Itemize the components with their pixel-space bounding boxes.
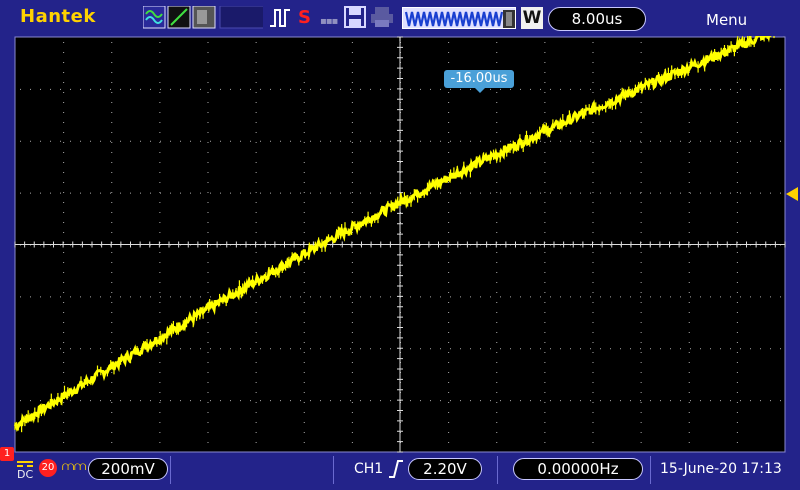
top-toolbar: Hantek S ▪▪▪ W 8.00us Menu [0,0,800,36]
probe-icon: ⩋⩋ [62,459,87,473]
trigger-level-marker [786,187,798,201]
status-divider [650,456,651,484]
trigger-source-label[interactable]: CH1 [354,461,383,477]
dots-icon: ▪▪▪ [320,16,338,27]
display-mode-icons[interactable] [143,6,263,30]
trigger-position-marker[interactable] [474,87,486,93]
trigger-level-readout[interactable]: 2.20V [408,458,482,480]
menu-button[interactable]: Menu [706,11,747,29]
status-divider [333,456,334,484]
print-icon[interactable] [370,6,394,28]
status-divider [497,456,498,484]
run-stop-indicator[interactable]: S [298,7,311,28]
frequency-counter-readout: 0.00000Hz [513,458,643,480]
pulse-trigger-icon[interactable] [268,6,292,30]
window-zoom-button[interactable]: W [521,7,543,29]
dc-coupling-icon [17,461,33,467]
save-icon[interactable] [344,6,366,28]
timebase-readout[interactable]: 8.00us [548,7,646,31]
memory-depth-bar[interactable] [402,7,516,29]
date-time-display: 15-June-20 17:13 [660,461,782,477]
waveform-display[interactable]: -16.00us [0,36,800,454]
coupling-label: DC [17,468,34,481]
brand-logo: Hantek [20,6,96,27]
trigger-position-readout[interactable]: -16.00us [444,70,514,88]
channel1-ground-marker[interactable]: 1 [0,447,14,461]
rising-edge-icon[interactable] [388,459,404,479]
status-divider [170,456,171,484]
bandwidth-limit-badge: 20 [39,459,57,477]
scope-graticule [13,36,798,453]
oscilloscope-window: Hantek S ▪▪▪ W 8.00us Menu -16.00us 1 DC… [0,0,800,490]
volts-per-div-readout[interactable]: 200mV [88,458,168,480]
